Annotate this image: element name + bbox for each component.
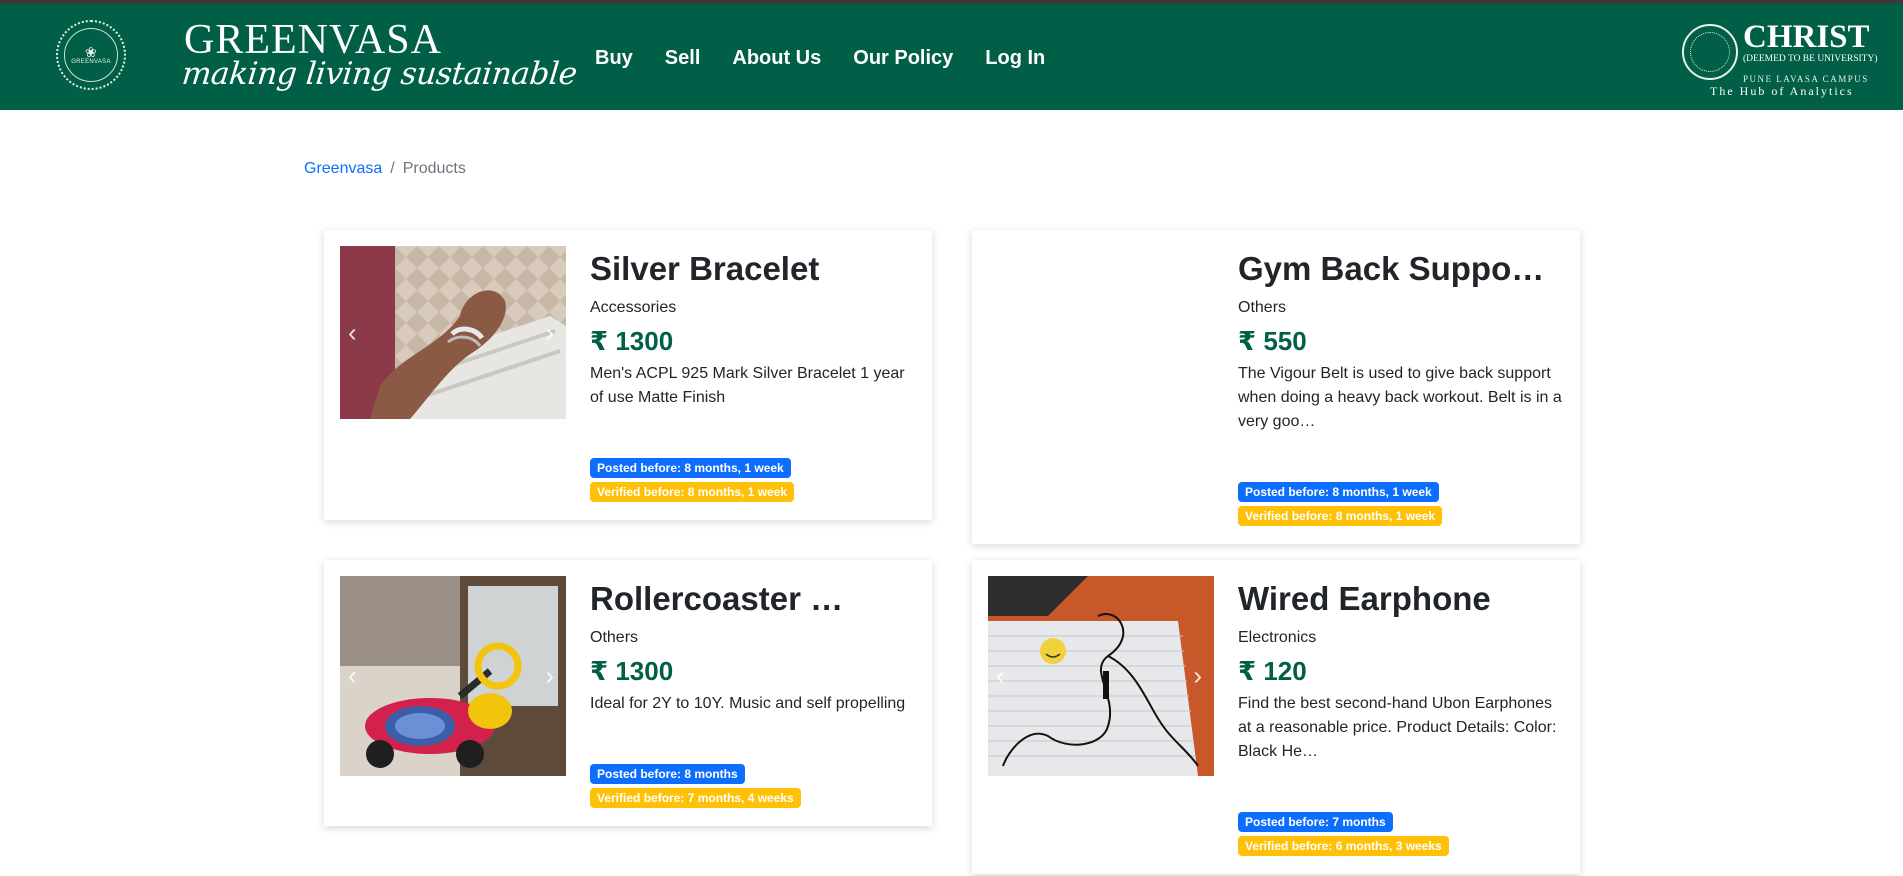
product-card[interactable]: Gym Back Suppo… Others ₹ 550 The Vigour … — [972, 230, 1580, 544]
breadcrumb-separator: / — [390, 160, 395, 177]
nav-buy[interactable]: Buy — [595, 46, 633, 70]
university-seal-icon — [1682, 24, 1738, 80]
product-price: ₹ 1300 — [590, 326, 674, 356]
product-price: ₹ 120 — [1238, 656, 1307, 686]
product-image — [340, 576, 566, 776]
product-badges: Posted before: 8 months, 1 week Verified… — [1238, 482, 1443, 530]
product-category: Electronics — [1238, 629, 1317, 646]
product-title[interactable]: Silver Bracelet — [590, 250, 920, 288]
product-image-carousel[interactable]: ‹ › — [340, 576, 566, 776]
product-badges: Posted before: 7 months Verified before:… — [1238, 812, 1449, 860]
product-badges: Posted before: 8 months, 1 week Verified… — [590, 458, 795, 506]
breadcrumb-current: Products — [402, 160, 466, 177]
product-category: Others — [590, 629, 639, 646]
product-description: The Vigour Belt is used to give back sup… — [1238, 365, 1562, 430]
product-card[interactable]: ‹ › Wired Earphone Electronics ₹ 120 Fin… — [972, 560, 1580, 874]
breadcrumb-home-link[interactable]: Greenvasa — [304, 160, 382, 178]
product-price: ₹ 1300 — [590, 656, 674, 686]
product-description: Find the best second-hand Ubon Earphones… — [1238, 695, 1557, 760]
university-logo: CHRIST (DEEMED TO BE UNIVERSITY) PUNE LA… — [1682, 20, 1882, 100]
verified-badge: Verified before: 8 months, 1 week — [590, 482, 795, 502]
product-card[interactable]: ‹ › Silver Bracelet Accessories ₹ 1300 M… — [324, 230, 932, 520]
product-image-placeholder — [988, 246, 1214, 419]
emblem-text: GREENVASA — [71, 59, 111, 65]
verified-badge: Verified before: 7 months, 4 weeks — [590, 788, 801, 808]
product-badges: Posted before: 8 months Verified before:… — [590, 764, 801, 812]
product-image-carousel[interactable] — [988, 246, 1214, 419]
product-price: ₹ 550 — [1238, 326, 1307, 356]
nav-sell[interactable]: Sell — [665, 46, 701, 70]
posted-badge: Posted before: 8 months, 1 week — [590, 458, 791, 478]
product-image — [340, 246, 566, 419]
greenvasa-logo-icon[interactable]: ❀ GREENVASA — [56, 20, 126, 90]
breadcrumb: Greenvasa / Products — [304, 160, 466, 178]
product-category: Accessories — [590, 299, 677, 316]
chevron-right-icon[interactable]: › — [545, 661, 554, 692]
product-description: Men's ACPL 925 Mark Silver Bracelet 1 ye… — [590, 365, 905, 406]
product-image-carousel[interactable]: ‹ › — [340, 246, 566, 419]
chevron-left-icon[interactable]: ‹ — [996, 661, 1005, 692]
nav-log-in[interactable]: Log In — [985, 46, 1045, 70]
product-image-carousel[interactable]: ‹ › — [988, 576, 1214, 776]
verified-badge: Verified before: 8 months, 1 week — [1238, 506, 1443, 526]
posted-badge: Posted before: 8 months, 1 week — [1238, 482, 1439, 502]
product-category: Others — [1238, 299, 1287, 316]
chevron-left-icon[interactable]: ‹ — [348, 317, 357, 348]
nav-our-policy[interactable]: Our Policy — [853, 46, 953, 70]
product-title[interactable]: Gym Back Suppo… — [1238, 250, 1568, 288]
product-description: Ideal for 2Y to 10Y. Music and self prop… — [590, 695, 906, 712]
main-nav: Buy Sell About Us Our Policy Log In — [595, 46, 1077, 70]
chevron-left-icon[interactable]: ‹ — [348, 661, 357, 692]
product-card[interactable]: ‹ › Rollercoaster … Others ₹ 1300 Ideal … — [324, 560, 932, 826]
posted-badge: Posted before: 8 months — [590, 764, 745, 784]
university-hub: The Hub of Analytics — [1710, 84, 1854, 98]
product-title[interactable]: Wired Earphone — [1238, 580, 1568, 618]
university-campus: PUNE LAVASA CAMPUS — [1743, 74, 1869, 84]
product-image — [988, 576, 1214, 776]
chevron-right-icon[interactable]: › — [545, 317, 554, 348]
posted-badge: Posted before: 7 months — [1238, 812, 1393, 832]
university-subtitle: (DEEMED TO BE UNIVERSITY) — [1743, 54, 1878, 64]
nav-about-us[interactable]: About Us — [732, 46, 821, 70]
brand-tagline: making living sustainable — [180, 56, 579, 92]
university-name: CHRIST — [1743, 19, 1870, 55]
verified-badge: Verified before: 6 months, 3 weeks — [1238, 836, 1449, 856]
product-title[interactable]: Rollercoaster … — [590, 580, 920, 618]
site-header: ❀ GREENVASA GREENVASA making living sust… — [0, 4, 1903, 110]
chevron-right-icon[interactable]: › — [1193, 661, 1202, 692]
